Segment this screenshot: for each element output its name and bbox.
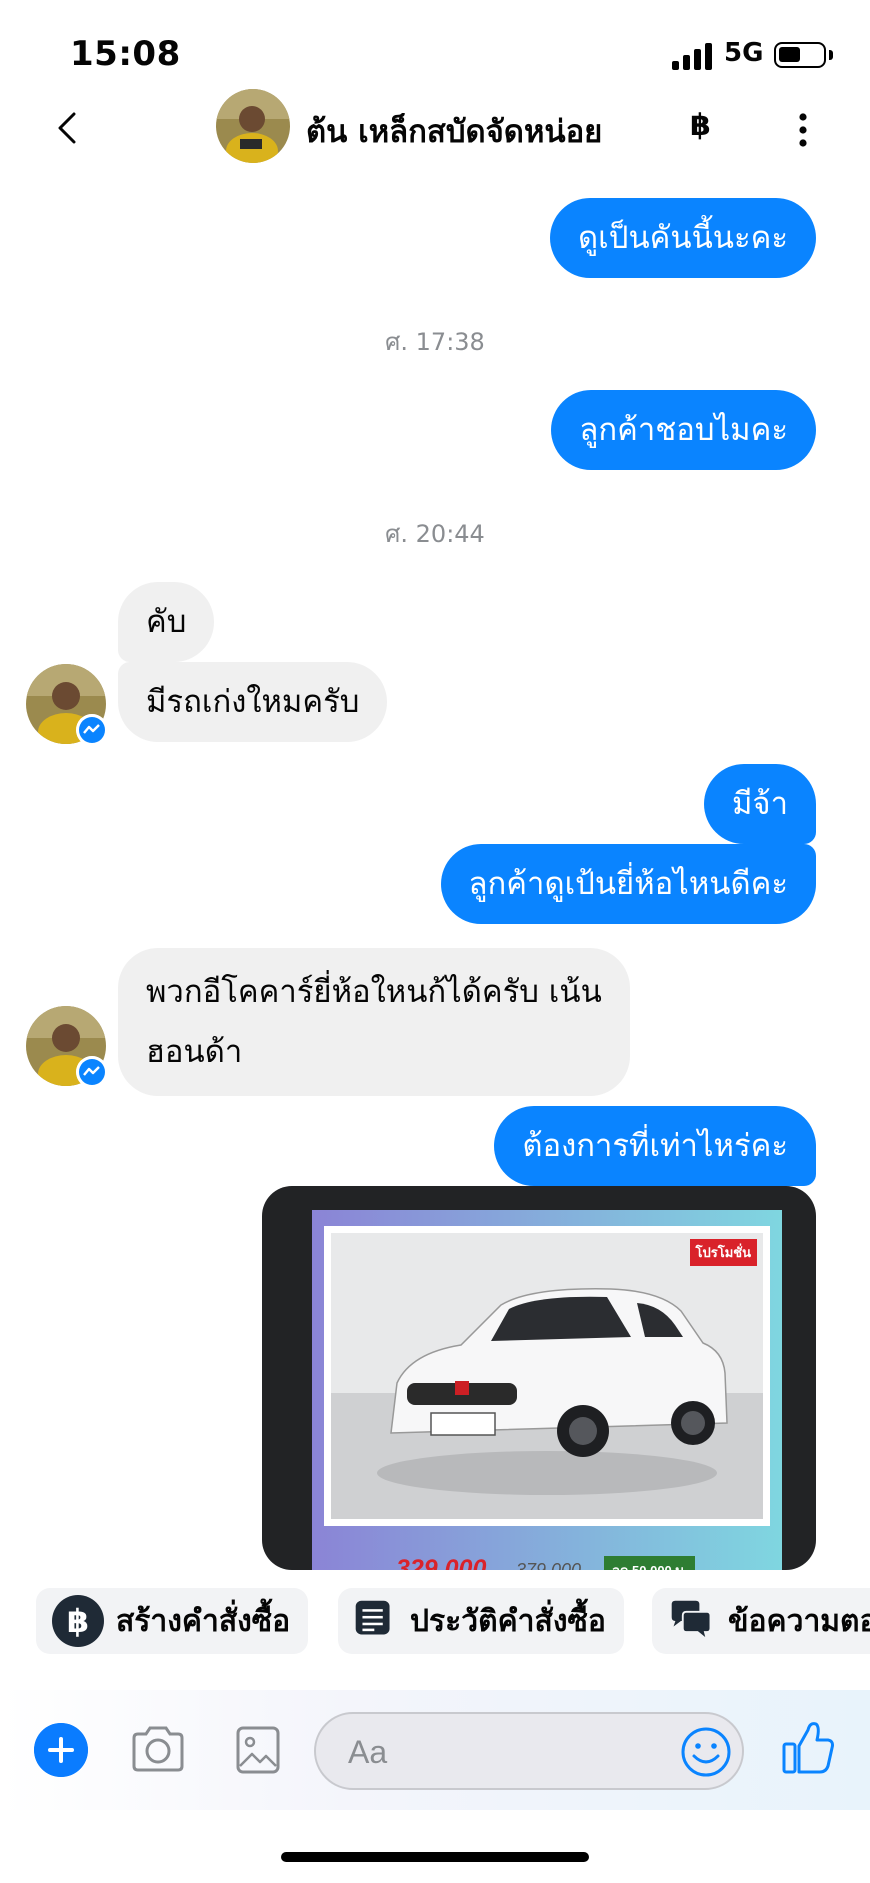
gallery-icon[interactable]	[234, 1720, 282, 1780]
car-illustration	[331, 1233, 763, 1519]
messenger-badge-icon	[76, 1056, 108, 1088]
emoji-icon[interactable]	[680, 1726, 732, 1778]
message-outgoing[interactable]: ลูกค้าดูเป้นยี่ห้อไหนดีคะ	[440, 844, 816, 924]
car-photo: โปรโมชั่น	[324, 1226, 770, 1526]
message-line: พวกอีโคคาร์ยี่ห้อใหนก้ได้ครับ เน้น	[146, 974, 602, 1010]
message-input[interactable]	[348, 1728, 648, 1776]
camera-icon[interactable]	[128, 1720, 188, 1780]
price-old: 379,000	[516, 1560, 582, 1570]
message-outgoing[interactable]: ดูเป็นคันนี้นะคะ	[550, 198, 816, 278]
message-incoming[interactable]: คับ	[118, 582, 215, 662]
baht-circle-icon: ฿	[52, 1595, 104, 1647]
plus-icon[interactable]	[34, 1723, 88, 1777]
chat-bubbles-icon	[671, 1600, 712, 1642]
order-list-icon	[355, 1600, 390, 1635]
message-incoming[interactable]: พวกอีโคคาร์ยี่ห้อใหนก้ได้ครับ เน้น ฮอนด้…	[118, 948, 630, 1096]
message-outgoing[interactable]: มีจ้า	[703, 764, 816, 844]
thumbs-up-icon[interactable]	[780, 1718, 836, 1778]
message-outgoing[interactable]: ต้องการที่เท่าไหร่คะ	[494, 1106, 816, 1186]
promo-tag: โปรโมชั่น	[689, 1239, 757, 1266]
saved-replies-button[interactable]: ข้อความตอ	[652, 1588, 870, 1654]
message-composer	[0, 1690, 870, 1810]
home-indicator	[281, 1852, 589, 1862]
message-outgoing[interactable]: ลูกค้าชอบไมคะ	[551, 390, 816, 470]
saved-replies-label: ข้อความตอ	[728, 1603, 870, 1639]
message-line: ฮอนด้า	[146, 1034, 243, 1070]
messenger-badge-icon	[76, 714, 108, 746]
order-history-button[interactable]: ประวัติคำสั่งซื้อ	[338, 1588, 624, 1654]
product-image-message[interactable]: โปรโมชั่น 329,000 379,000 ลด 50,000 บ.	[262, 1186, 816, 1570]
message-timestamp: ศ. 17:38	[385, 328, 485, 356]
message-list[interactable]: ดูเป็นคันนี้นะคะ ศ. 17:38 ลูกค้าชอบไมคะ …	[0, 0, 870, 1570]
message-input-field[interactable]	[314, 1712, 744, 1790]
create-order-button[interactable]: ฿ สร้างคำสั่งซื้อ	[36, 1588, 309, 1654]
message-incoming[interactable]: มีรถเก่งใหมครับ	[118, 662, 388, 742]
order-history-label: ประวัติคำสั่งซื้อ	[410, 1603, 606, 1639]
message-timestamp: ศ. 20:44	[385, 520, 485, 548]
svg-text:฿: ฿	[67, 1602, 89, 1640]
create-order-label: สร้างคำสั่งซื้อ	[116, 1603, 291, 1639]
price-new: 329,000	[396, 1555, 487, 1570]
product-ad: โปรโมชั่น 329,000 379,000 ลด 50,000 บ.	[312, 1210, 782, 1570]
discount-badge: ลด 50,000 บ.	[604, 1556, 696, 1570]
quick-actions-bar: ฿ สร้างคำสั่งซื้อ ประวัติคำสั่งซื้อ ข้อค…	[0, 1570, 870, 1670]
